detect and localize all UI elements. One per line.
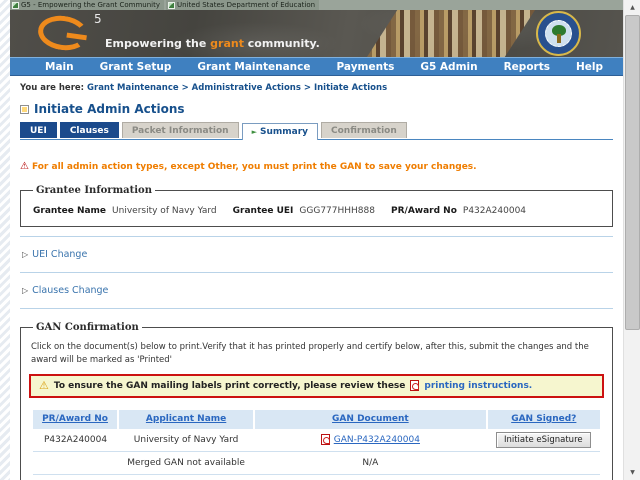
tab-label: Clauses	[70, 126, 109, 136]
page-title: Initiate Admin Actions	[20, 102, 613, 116]
divider	[20, 236, 613, 237]
page-content: You are here: Grant Maintenance > Admini…	[10, 76, 623, 480]
nav-item-g5-admin[interactable]: G5 Admin	[407, 61, 490, 73]
grantee-information-legend: Grantee Information	[33, 185, 155, 196]
main-window: G5 - Empowering the Grant Community Unit…	[10, 0, 623, 480]
tab-label: UEI	[30, 126, 47, 136]
window-icon	[12, 2, 19, 9]
grantee-name-label: Grantee Name	[33, 206, 106, 216]
header-pr-award-no[interactable]: PR/Award No	[33, 410, 118, 429]
gan-document-link[interactable]: GAN-P432A240004	[334, 435, 420, 445]
uei-change-label: UEI Change	[32, 249, 87, 260]
window-icon	[168, 2, 175, 9]
main-navbar: Main Grant Setup Grant Maintenance Payme…	[10, 57, 623, 76]
window-title-label: G5 - Empowering the Grant Community	[21, 1, 160, 9]
alert-triangle-icon: ⚠	[39, 380, 49, 391]
cell-gan-signed	[487, 452, 600, 475]
nav-item-reports[interactable]: Reports	[491, 61, 563, 73]
notice-text: To ensure the GAN mailing labels print c…	[54, 381, 406, 391]
grantee-fields: Grantee Name University of Navy Yard Gra…	[29, 206, 604, 216]
grantee-uei-label: Grantee UEI	[233, 206, 294, 216]
breadcrumb-prefix: You are here:	[20, 83, 84, 93]
window-title-g5[interactable]: G5 - Empowering the Grant Community	[10, 0, 164, 10]
warning-icon: ⚠	[20, 162, 29, 172]
tab-confirmation: Confirmation	[321, 122, 407, 138]
gan-table: PR/Award No Applicant Name GAN Document …	[33, 410, 600, 476]
tab-clauses[interactable]: Clauses	[60, 122, 119, 138]
scrollbar-thumb[interactable]	[625, 15, 640, 330]
vertical-scrollbar[interactable]: ▲ ▼	[623, 0, 640, 480]
window-title-label: United States Department of Education	[177, 1, 315, 9]
gan-table-header-row: PR/Award No Applicant Name GAN Document …	[33, 410, 600, 429]
window-title-strip: G5 - Empowering the Grant Community Unit…	[10, 0, 623, 10]
bookshelf-photo	[367, 10, 535, 57]
header-gan-signed[interactable]: GAN Signed?	[487, 410, 600, 429]
grantee-name-value: University of Navy Yard	[112, 206, 217, 216]
tagline-post: community.	[244, 37, 320, 50]
nav-item-grant-setup[interactable]: Grant Setup	[87, 61, 185, 73]
header-applicant-name[interactable]: Applicant Name	[118, 410, 254, 429]
uei-change-expander[interactable]: ▷ UEI Change	[20, 249, 613, 260]
grantee-uei-value: GGG777HHH888	[299, 206, 375, 216]
cell-gan-document: N/A	[254, 452, 486, 475]
cell-gan-document: GAN-P432A240004	[254, 429, 486, 452]
tagline-pre: Empowering the	[105, 37, 210, 50]
printing-instructions-link[interactable]: printing instructions.	[424, 381, 532, 391]
table-row: P432A240004 University of Navy Yard GAN-…	[33, 429, 600, 452]
cell-gan-signed: Initiate eSignature	[487, 429, 600, 452]
gan-instructions: Click on the document(s) below to print.…	[29, 341, 604, 367]
tab-label: Packet Information	[132, 126, 229, 136]
nav-item-help[interactable]: Help	[563, 61, 616, 73]
scrollbar-down-icon[interactable]: ▼	[624, 465, 640, 480]
tab-summary[interactable]: ► Summary	[242, 123, 318, 140]
page-title-label: Initiate Admin Actions	[34, 102, 185, 116]
g5-logo: 5	[38, 14, 102, 54]
g5-banner: 5 Empowering the grant community.	[10, 10, 623, 57]
tab-bar: UEI Clauses Packet Information ► Summary…	[20, 122, 613, 140]
tab-label: Confirmation	[331, 126, 397, 136]
cell-applicant: University of Navy Yard	[118, 429, 254, 452]
window-title-ed[interactable]: United States Department of Education	[166, 0, 319, 10]
collapse-square-icon[interactable]	[20, 105, 29, 114]
initiate-esignature-button[interactable]: Initiate eSignature	[496, 432, 591, 448]
grantee-information-fieldset: Grantee Information Grantee Name Univers…	[20, 185, 613, 227]
printing-notice: ⚠ To ensure the GAN mailing labels print…	[29, 374, 604, 398]
gan-confirmation-legend: GAN Confirmation	[33, 322, 142, 333]
tab-packet-information: Packet Information	[122, 122, 239, 138]
tagline-highlight: grant	[210, 37, 244, 50]
pr-award-no-value: P432A240004	[463, 206, 526, 216]
divider	[20, 272, 613, 273]
gan-confirmation-fieldset: GAN Confirmation Click on the document(s…	[20, 322, 613, 480]
pr-award-no-label: PR/Award No	[391, 206, 457, 216]
clauses-change-label: Clauses Change	[32, 285, 108, 296]
clauses-change-expander[interactable]: ▷ Clauses Change	[20, 285, 613, 296]
cell-pr-award: P432A240004	[33, 429, 118, 452]
divider	[20, 308, 613, 309]
expand-triangle-icon: ▷	[22, 250, 28, 259]
table-row: Merged GAN not available N/A	[33, 452, 600, 475]
education-seal-inner	[545, 20, 572, 47]
g5-logo-g-icon	[36, 13, 90, 54]
expand-triangle-icon: ▷	[22, 286, 28, 295]
breadcrumb: You are here: Grant Maintenance > Admini…	[20, 83, 613, 93]
pdf-icon	[410, 380, 419, 391]
tab-uei[interactable]: UEI	[20, 122, 57, 138]
nav-item-main[interactable]: Main	[32, 61, 87, 73]
header-gan-document[interactable]: GAN Document	[254, 410, 486, 429]
education-seal	[536, 11, 581, 56]
breadcrumb-path[interactable]: Grant Maintenance > Administrative Actio…	[87, 83, 387, 93]
admin-action-alert: ⚠ For all admin action types, except Oth…	[20, 162, 613, 172]
nav-item-payments[interactable]: Payments	[324, 61, 408, 73]
tab-label: Summary	[260, 127, 308, 137]
scrollbar-up-icon[interactable]: ▲	[624, 0, 640, 15]
banner-tagline: Empowering the grant community.	[105, 37, 320, 50]
cell-applicant: Merged GAN not available	[118, 452, 254, 475]
cell-pr-award	[33, 452, 118, 475]
nav-item-grant-maintenance[interactable]: Grant Maintenance	[184, 61, 323, 73]
pdf-icon	[321, 434, 330, 445]
alert-text: For all admin action types, except Other…	[32, 162, 477, 172]
seal-trunk-icon	[557, 34, 561, 43]
active-tab-arrow-icon: ►	[252, 128, 257, 136]
g5-logo-number: 5	[94, 12, 102, 26]
